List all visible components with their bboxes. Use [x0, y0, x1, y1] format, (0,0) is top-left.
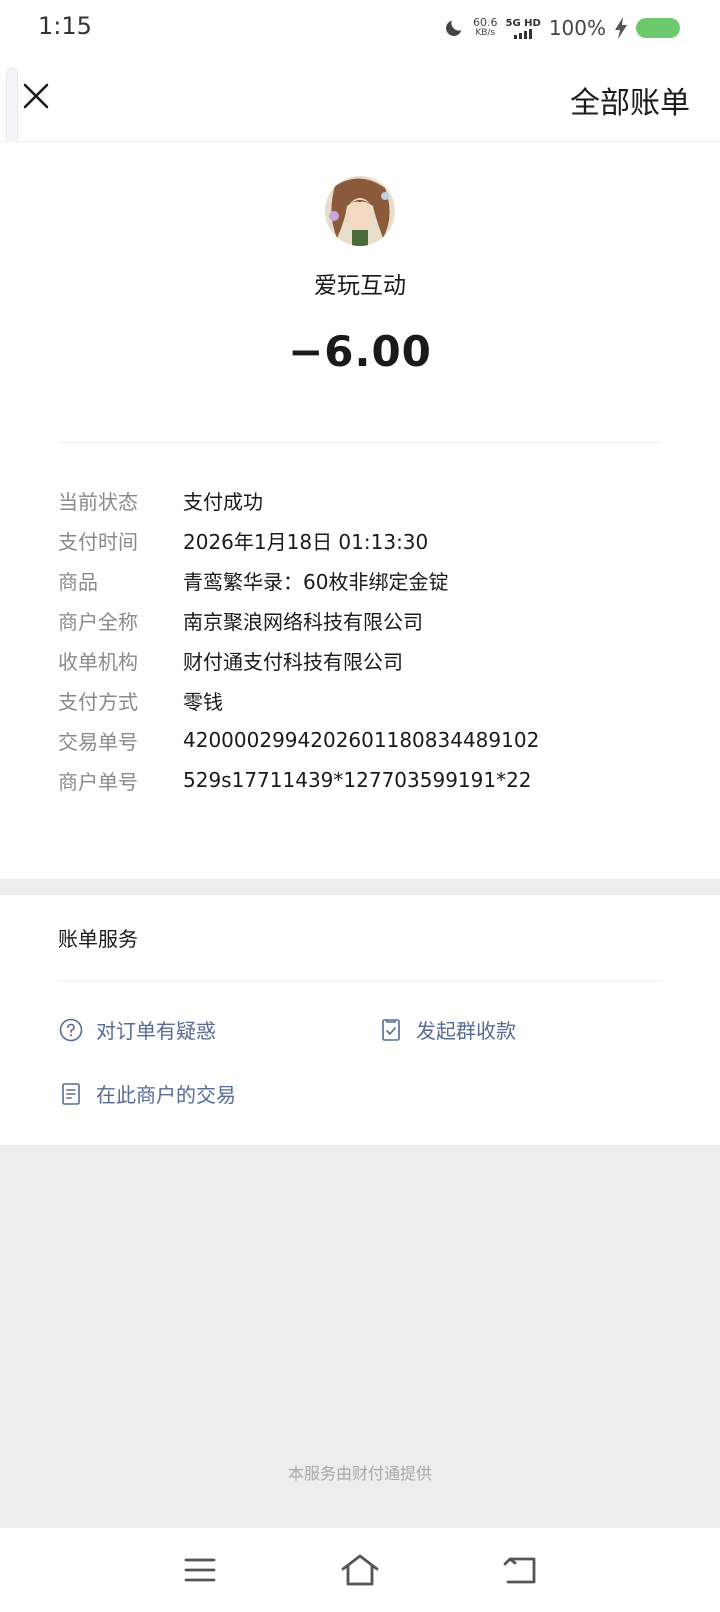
divider	[58, 442, 662, 443]
transaction-card: 爱玩互动 −6.00 当前状态 支付成功 支付时间 2026年1月18日 01:…	[0, 142, 720, 879]
battery-percent: 100%	[548, 16, 606, 40]
network-speed-unit: KB/s	[475, 28, 496, 38]
detail-label: 支付时间	[58, 529, 138, 554]
status-bar: 1:15 60.6 KB/s 5G HD 100%	[0, 0, 720, 56]
detail-value[interactable]: 529s17711439*127703599191*22	[183, 768, 532, 792]
charging-bolt-icon	[615, 17, 627, 39]
network-label: 5G HD	[505, 17, 541, 29]
question-icon	[59, 1018, 83, 1041]
services-title: 账单服务	[58, 927, 138, 951]
order-question-link[interactable]: 对订单有疑惑	[58, 1015, 216, 1044]
signal-icon: 5G HD	[505, 17, 541, 39]
system-nav-bar	[0, 1528, 720, 1612]
menu-button[interactable]	[178, 1548, 222, 1592]
detail-value: 2026年1月18日 01:13:30	[183, 529, 429, 554]
detail-row-transaction-id: 交易单号 4200002994202601180834489102	[58, 720, 678, 760]
detail-value[interactable]: 4200002994202601180834489102	[183, 728, 539, 752]
close-icon	[23, 83, 49, 109]
detail-row-status: 当前状态 支付成功	[58, 480, 678, 520]
detail-label: 交易单号	[58, 729, 138, 754]
merchant-transactions-label: 在此商户的交易	[96, 1083, 236, 1107]
detail-label: 商户全称	[58, 609, 138, 634]
home-button[interactable]	[338, 1548, 382, 1592]
detail-row-merchant-order-id: 商户单号 529s17711439*127703599191*22	[58, 760, 678, 800]
battery-icon	[636, 18, 680, 38]
detail-value: 零钱	[183, 689, 223, 714]
transaction-amount: −6.00	[288, 327, 432, 376]
network-speed: 60.6 KB/s	[473, 17, 498, 39]
home-icon	[341, 1554, 379, 1586]
detail-value: 支付成功	[183, 489, 263, 514]
detail-label: 支付方式	[58, 689, 138, 714]
detail-row-pay-time: 支付时间 2026年1月18日 01:13:30	[58, 520, 678, 560]
avatar-image	[325, 176, 395, 246]
status-time: 1:15	[38, 12, 92, 40]
footer-note: 本服务由财付通提供	[287, 1464, 432, 1483]
detail-row-pay-method: 支付方式 零钱	[58, 680, 678, 720]
divider	[58, 980, 662, 981]
merchant-name: 爱玩互动	[314, 273, 406, 299]
detail-value: 青鸾繁华录：60枚非绑定金锭	[183, 569, 449, 594]
merchant-transactions-link[interactable]: 在此商户的交易	[58, 1079, 236, 1108]
network-speed-value: 60.6	[472, 16, 498, 29]
bill-services-card: 账单服务 对订单有疑惑 发起群收款 在此商户的交易	[0, 895, 720, 1145]
group-collect-link[interactable]: 发起群收款	[378, 1015, 516, 1044]
moon-icon	[446, 20, 462, 36]
edge-handle[interactable]	[6, 68, 18, 152]
group-collect-label: 发起群收款	[416, 1019, 516, 1043]
group-collect-icon	[382, 1018, 400, 1041]
detail-row-merchant-full-name: 商户全称 南京聚浪网络科技有限公司	[58, 600, 678, 640]
all-bills-link[interactable]: 全部账单	[570, 78, 690, 122]
merchant-avatar	[325, 176, 395, 246]
top-bar: 全部账单	[0, 56, 720, 152]
detail-value: 财付通支付科技有限公司	[183, 649, 403, 674]
close-button[interactable]	[18, 78, 54, 114]
back-icon	[503, 1557, 536, 1584]
back-button[interactable]	[498, 1548, 542, 1592]
detail-label: 商户单号	[58, 769, 138, 794]
detail-row-product: 商品 青鸾繁华录：60枚非绑定金锭	[58, 560, 678, 600]
detail-label: 商品	[58, 569, 98, 594]
status-icons: 60.6 KB/s 5G HD 100%	[443, 14, 680, 42]
detail-row-acquirer: 收单机构 财付通支付科技有限公司	[58, 640, 678, 680]
signal-bars	[514, 28, 533, 39]
detail-value: 南京聚浪网络科技有限公司	[183, 609, 423, 634]
detail-label: 收单机构	[58, 649, 138, 674]
document-icon	[62, 1082, 80, 1105]
order-question-label: 对订单有疑惑	[96, 1019, 216, 1043]
detail-list: 当前状态 支付成功 支付时间 2026年1月18日 01:13:30 商品 青鸾…	[58, 480, 678, 800]
detail-label: 当前状态	[58, 489, 138, 514]
menu-icon	[184, 1558, 216, 1582]
